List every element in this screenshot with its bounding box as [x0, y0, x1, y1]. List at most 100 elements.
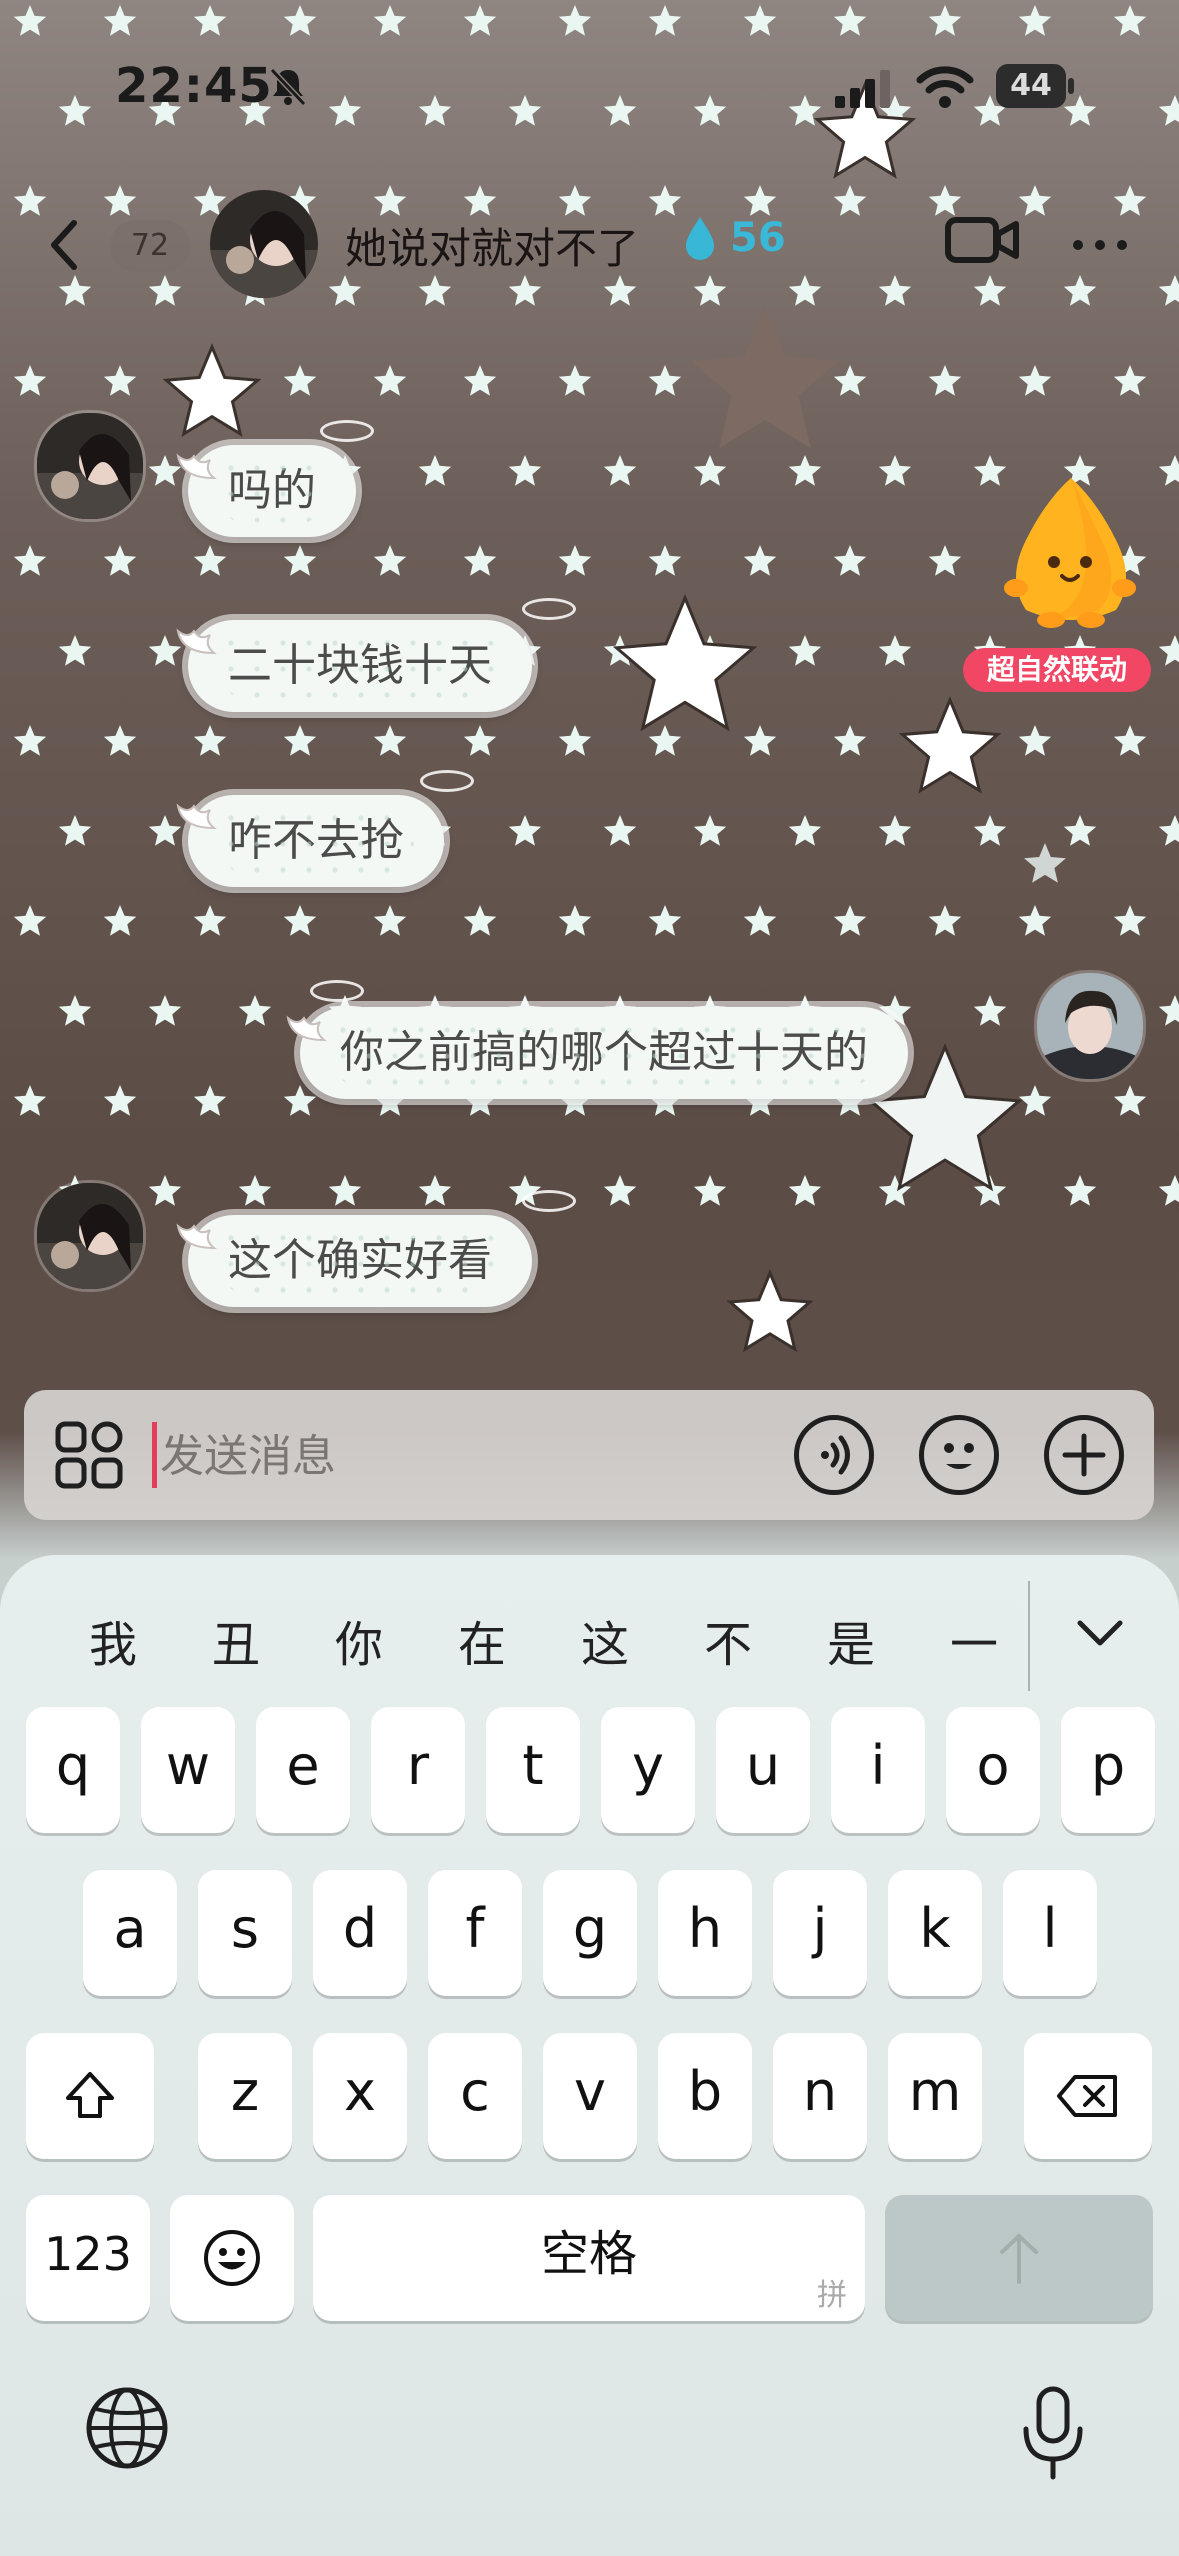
mascot-sticker[interactable] — [996, 470, 1146, 640]
pinyin-hint: 拼 — [817, 2278, 847, 2313]
wallpaper-star — [373, 725, 407, 756]
space-key[interactable]: 空格 拼 — [313, 2195, 865, 2321]
key-f[interactable]: f — [428, 1870, 522, 1996]
wallpaper-star — [878, 815, 912, 846]
key-s[interactable]: s — [198, 1870, 292, 1996]
candidate-word[interactable]: 在 — [437, 1605, 527, 1675]
wallpaper-star — [1018, 1085, 1052, 1116]
wallpaper-star — [13, 905, 47, 936]
wallpaper-star — [58, 635, 92, 666]
chevron-down-icon[interactable] — [1072, 1613, 1128, 1653]
candidate-word[interactable]: 这 — [560, 1605, 650, 1675]
numbers-key[interactable]: 123 — [26, 2195, 150, 2321]
message-bubble[interactable]: 这个确实好看 — [188, 1215, 532, 1307]
contact-avatar[interactable] — [210, 190, 318, 298]
wing-decoration — [176, 453, 217, 480]
wallpaper-star — [693, 455, 727, 486]
video-call-icon[interactable] — [944, 210, 1020, 270]
contact-avatar[interactable] — [34, 1180, 146, 1292]
wallpaper-star — [1063, 1175, 1097, 1206]
voice-button[interactable] — [794, 1415, 874, 1495]
key-w[interactable]: w — [141, 1707, 235, 1833]
message-bubble[interactable]: 你之前搞的哪个超过十天的 — [300, 1007, 908, 1099]
wallpaper-star — [1018, 365, 1052, 396]
halo-decoration — [420, 770, 474, 792]
plus-button[interactable] — [1044, 1415, 1124, 1495]
key-g[interactable]: g — [543, 1870, 637, 1996]
wallpaper-star — [973, 815, 1007, 846]
candidate-word[interactable]: 不 — [683, 1605, 773, 1675]
key-l[interactable]: l — [1003, 1870, 1097, 1996]
wallpaper-star — [193, 545, 227, 576]
wallpaper-star — [13, 365, 47, 396]
key-e[interactable]: e — [256, 1707, 350, 1833]
key-h[interactable]: h — [658, 1870, 752, 1996]
globe-icon[interactable] — [84, 2385, 170, 2471]
key-n[interactable]: n — [773, 2033, 867, 2159]
wallpaper-star — [463, 5, 497, 36]
key-m[interactable]: m — [888, 2033, 982, 2159]
back-icon[interactable] — [40, 215, 90, 275]
my-avatar[interactable] — [1034, 970, 1146, 1082]
message-input[interactable] — [158, 1418, 782, 1494]
key-x[interactable]: x — [313, 2033, 407, 2159]
backspace-key[interactable] — [1024, 2033, 1152, 2159]
candidate-word[interactable]: 丑 — [191, 1605, 281, 1675]
wallpaper-star — [1113, 905, 1147, 936]
wallpaper-star — [283, 545, 317, 576]
wallpaper-star — [283, 1085, 317, 1116]
backspace-icon — [1057, 2075, 1117, 2117]
shift-key[interactable] — [26, 2033, 154, 2159]
candidate-word[interactable]: 我 — [68, 1605, 158, 1675]
key-r[interactable]: r — [371, 1707, 465, 1833]
wallpaper-star — [1158, 1175, 1179, 1206]
water-drop-icon — [686, 217, 714, 260]
key-u[interactable]: u — [716, 1707, 810, 1833]
key-q[interactable]: q — [26, 1707, 120, 1833]
wallpaper-star — [13, 545, 47, 576]
apps-grid-icon[interactable] — [54, 1420, 124, 1490]
unread-count-badge[interactable]: 72 — [110, 220, 190, 272]
wallpaper-star — [743, 905, 777, 936]
wallpaper-star — [833, 905, 867, 936]
chat-title: 她说对就对不了 — [345, 224, 640, 273]
candidate-word[interactable]: 是 — [806, 1605, 896, 1675]
wallpaper-star — [928, 365, 962, 396]
key-k[interactable]: k — [888, 1870, 982, 1996]
message-bubble[interactable]: 二十块钱十天 — [188, 620, 532, 712]
key-j[interactable]: j — [773, 1870, 867, 1996]
key-z[interactable]: z — [198, 2033, 292, 2159]
wallpaper-star — [328, 1175, 362, 1206]
contact-avatar[interactable] — [34, 410, 146, 522]
key-t[interactable]: t — [486, 1707, 580, 1833]
key-b[interactable]: b — [658, 2033, 752, 2159]
return-key[interactable] — [885, 2195, 1153, 2321]
key-c[interactable]: c — [428, 2033, 522, 2159]
key-v[interactable]: v — [543, 2033, 637, 2159]
key-y[interactable]: y — [601, 1707, 695, 1833]
wallpaper-star — [1158, 815, 1179, 846]
mic-icon[interactable] — [1018, 2385, 1088, 2481]
key-o[interactable]: o — [946, 1707, 1040, 1833]
candidate-word[interactable]: 你 — [314, 1605, 404, 1675]
chat-header: 72 她说对就对不了 56 — [0, 180, 1179, 310]
wallpaper-star — [103, 365, 137, 396]
wallpaper-star — [463, 365, 497, 396]
emoji-key[interactable] — [170, 2195, 294, 2321]
emoji-button[interactable] — [919, 1415, 999, 1495]
mascot-label[interactable]: 超自然联动 — [963, 648, 1151, 692]
wallpaper-star — [878, 455, 912, 486]
message-bubble[interactable]: 咋不去抢 — [188, 795, 444, 887]
key-i[interactable]: i — [831, 1707, 925, 1833]
wallpaper-star — [788, 1175, 822, 1206]
key-a[interactable]: a — [83, 1870, 177, 1996]
wallpaper-star — [148, 995, 182, 1026]
status-bar: 22:45 44 — [0, 40, 1179, 130]
more-icon[interactable] — [1070, 235, 1130, 255]
wallpaper-star — [1158, 635, 1179, 666]
candidate-word[interactable]: 一 — [929, 1605, 1019, 1675]
key-p[interactable]: p — [1061, 1707, 1155, 1833]
wallpaper-star — [162, 343, 262, 437]
key-d[interactable]: d — [313, 1870, 407, 1996]
wallpaper-star — [928, 545, 962, 576]
